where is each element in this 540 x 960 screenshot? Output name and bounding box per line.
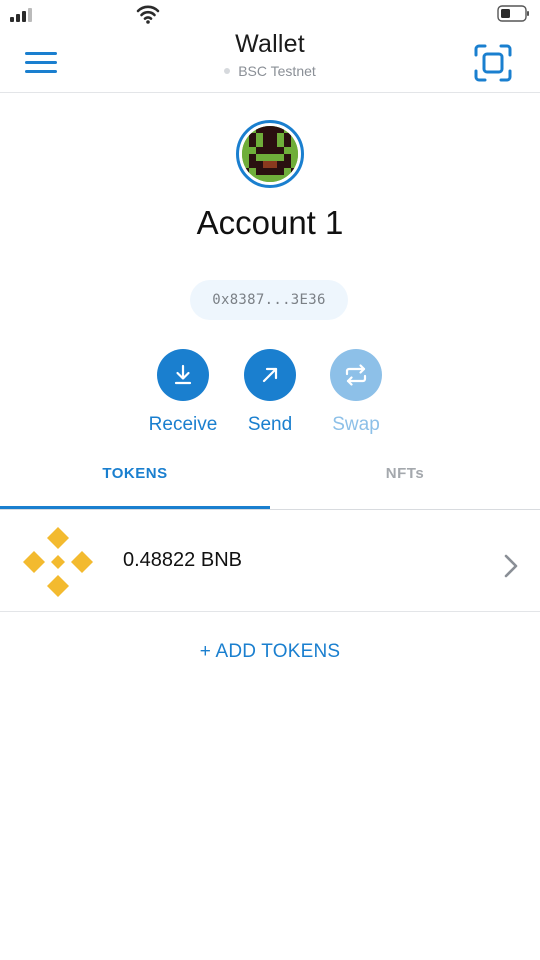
token-row-bnb[interactable]: 0.48822 BNB [0,511,540,612]
page-title: Wallet [235,30,305,58]
app-header: Wallet BSC Testnet [0,28,540,93]
qr-scan-icon[interactable] [474,44,512,82]
account-address-button[interactable]: 0x8387...3E36 [190,280,348,320]
status-bar [0,0,540,28]
cellular-signal-icon [10,6,32,22]
hamburger-menu-icon[interactable] [25,52,57,76]
tab-tokens[interactable]: TOKENS [0,448,270,509]
bnb-logo-icon [23,527,93,597]
chevron-right-icon [504,554,518,578]
add-tokens-link[interactable]: + ADD TOKENS [0,641,540,663]
network-name: BSC Testnet [238,63,316,79]
token-balance: 0.48822 BNB [123,549,242,571]
send-circle[interactable] [244,349,296,401]
header-title-block: Wallet BSC Testnet [170,30,370,79]
account-avatar[interactable] [236,120,304,188]
download-icon [174,364,192,385]
send-label: Send [247,414,293,435]
swap-icon [345,364,367,386]
swap-label: Swap [332,414,380,435]
network-status-dot [224,68,231,74]
swap-circle[interactable] [330,349,382,401]
network-indicator[interactable]: BSC Testnet [170,63,370,79]
swap-button[interactable]: Swap [316,349,396,436]
account-name: Account 1 [196,204,344,241]
send-button[interactable]: Send [230,349,310,436]
asset-tabs: TOKENS NFTs [0,448,540,510]
receive-label: Receive [148,414,218,435]
receive-button[interactable]: Receive [143,349,223,436]
send-arrow-icon [262,367,278,383]
tab-nfts[interactable]: NFTs [270,448,540,509]
wifi-icon [136,5,160,24]
receive-circle[interactable] [157,349,209,401]
battery-icon [497,5,529,22]
pixel-avatar-icon [242,126,298,182]
